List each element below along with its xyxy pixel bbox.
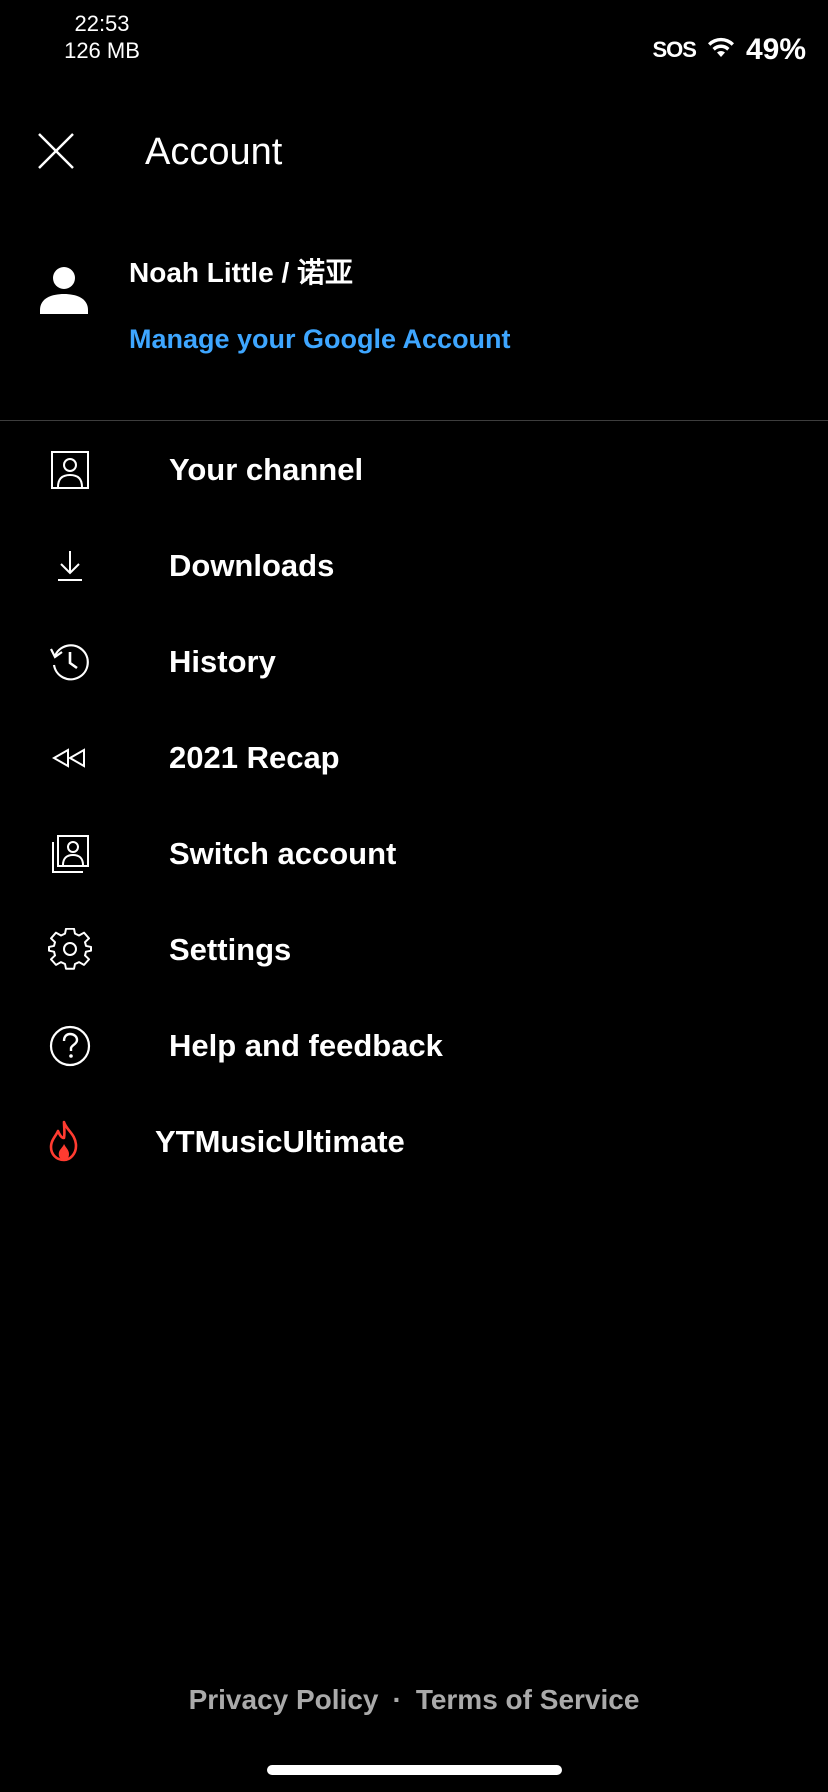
avatar-person-icon (36, 267, 92, 326)
account-section: Noah Little / 诺亚 Manage your Google Acco… (0, 240, 828, 420)
menu-item-label: Help and feedback (169, 1028, 443, 1063)
footer-links: Privacy Policy · Terms of Service (0, 1682, 828, 1718)
download-icon (46, 542, 94, 590)
status-carrier: SOS (652, 37, 696, 62)
status-time: 22:53 (74, 11, 130, 36)
menu-item-label: Settings (169, 932, 292, 967)
help-icon (46, 1022, 94, 1070)
status-bar-left: 22:53 126 MB (60, 10, 144, 64)
account-name: Noah Little / 诺亚 (129, 257, 354, 288)
menu-item-history[interactable]: History (0, 614, 828, 710)
menu-item-2021-recap[interactable]: 2021 Recap (0, 710, 828, 806)
menu-item-label: History (169, 644, 276, 679)
account-menu: Your channel Downloads History 2021 Reca… (0, 422, 828, 1190)
home-indicator[interactable] (267, 1765, 562, 1775)
close-icon (37, 132, 75, 175)
close-button[interactable] (24, 126, 88, 180)
battery-level: 49% (745, 33, 806, 66)
privacy-policy-link[interactable]: Privacy Policy (189, 1684, 379, 1715)
menu-item-label: 2021 Recap (169, 740, 340, 775)
menu-item-label: Downloads (169, 548, 335, 583)
terms-of-service-link[interactable]: Terms of Service (416, 1684, 640, 1715)
menu-item-label: YTMusicUltimate (155, 1124, 405, 1159)
person-box-icon (46, 446, 94, 494)
status-memory: 126 MB (64, 38, 140, 63)
wifi-icon (706, 37, 736, 64)
menu-item-label: Switch account (169, 836, 397, 871)
switch-account-icon (46, 830, 94, 878)
avatar[interactable] (36, 262, 92, 322)
gear-icon (46, 926, 94, 974)
rewind-icon (46, 734, 94, 782)
page-title: Account (145, 131, 283, 173)
divider (0, 420, 828, 421)
menu-item-label: Your channel (169, 452, 364, 487)
header: Account (0, 110, 828, 196)
menu-item-settings[interactable]: Settings (0, 902, 828, 998)
history-icon (46, 638, 94, 686)
manage-google-account-link[interactable]: Manage your Google Account (129, 322, 511, 356)
menu-item-help-feedback[interactable]: Help and feedback (0, 998, 828, 1094)
footer-separator: · (392, 1684, 402, 1715)
menu-item-ytmusicultimate[interactable]: YTMusicUltimate (0, 1094, 828, 1190)
flame-icon (40, 1118, 88, 1166)
menu-item-downloads[interactable]: Downloads (0, 518, 828, 614)
menu-item-switch-account[interactable]: Switch account (0, 806, 828, 902)
status-bar-right: SOS 49% (652, 30, 806, 70)
menu-item-your-channel[interactable]: Your channel (0, 422, 828, 518)
